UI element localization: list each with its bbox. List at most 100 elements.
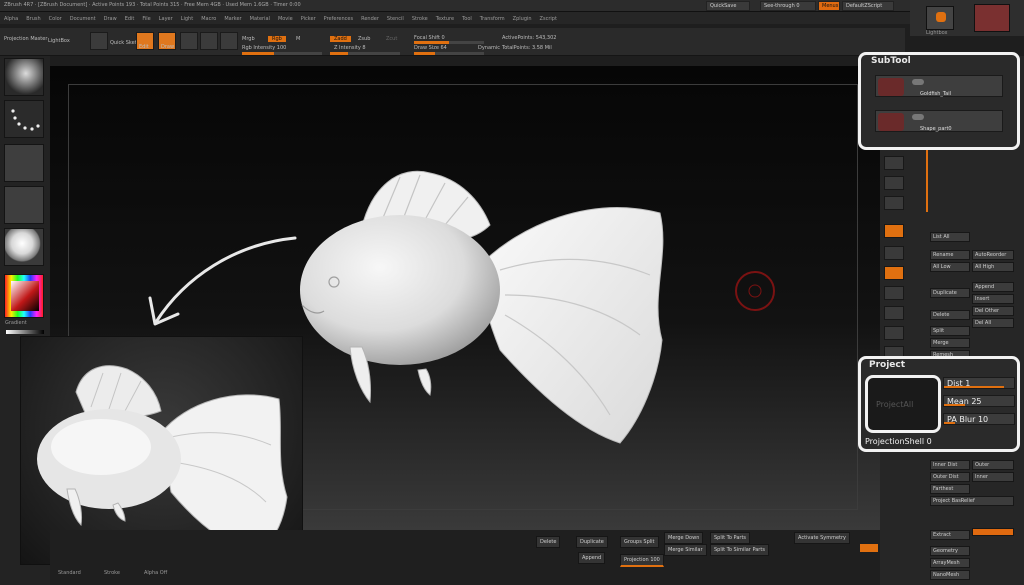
menu-item[interactable]: File xyxy=(142,16,150,22)
symmetry-toggle[interactable] xyxy=(860,544,878,552)
material-thumbnail[interactable] xyxy=(4,228,44,266)
subtool-action-button[interactable]: AutoReorder xyxy=(972,250,1014,260)
actual-icon[interactable] xyxy=(884,196,904,210)
draw-size-slider[interactable]: Draw Size 64 xyxy=(414,45,447,51)
alpha-thumbnail[interactable] xyxy=(4,144,44,182)
persp-icon[interactable] xyxy=(884,246,904,260)
z-intensity-track[interactable] xyxy=(330,52,400,55)
dist-slider[interactable]: Dist 1 xyxy=(943,377,1015,389)
texture-thumbnail[interactable] xyxy=(4,186,44,224)
projection-master-button[interactable]: Projection Master xyxy=(4,36,47,42)
eye-toggle-icon[interactable] xyxy=(912,79,924,85)
menu-item[interactable]: Render xyxy=(361,16,379,22)
subtool-item[interactable]: Goldfish_Tail xyxy=(875,75,1003,97)
subtool-action-button[interactable]: Delete xyxy=(930,310,970,320)
tool-menu-button[interactable]: Farthest xyxy=(930,484,970,494)
scale-button[interactable] xyxy=(200,32,218,50)
subtool-action-button[interactable]: Del All xyxy=(972,318,1014,328)
menu-item[interactable]: Draw xyxy=(104,16,117,22)
subtool-action-button[interactable]: Split xyxy=(930,326,970,336)
dynamic-button[interactable]: Dynamic xyxy=(478,45,500,51)
zoom-icon[interactable] xyxy=(884,176,904,190)
tool-menu-button[interactable]: ArrayMesh xyxy=(930,558,970,568)
tool-menu-button[interactable]: Outer xyxy=(972,460,1014,470)
lsym-icon[interactable] xyxy=(884,306,904,320)
subtool-action-button[interactable]: Del Other xyxy=(972,306,1014,316)
mrgb-button[interactable]: Mrgb xyxy=(242,36,255,42)
menu-item[interactable]: Stencil xyxy=(387,16,404,22)
zcut-button[interactable]: Zcut xyxy=(386,36,397,42)
subtool-action-button[interactable]: List All xyxy=(930,232,970,242)
local-icon[interactable] xyxy=(884,286,904,300)
tool-menu-button[interactable]: NanoMesh xyxy=(930,570,970,580)
subtool-action-button[interactable]: All High xyxy=(972,262,1014,272)
extract-accept-toggle[interactable] xyxy=(972,528,1014,536)
subtool-action-button[interactable]: Merge xyxy=(930,338,970,348)
aahalf-icon[interactable] xyxy=(884,224,904,238)
menu-item[interactable]: Zplugin xyxy=(513,16,532,22)
subtool-action-button[interactable]: Insert xyxy=(972,294,1014,304)
brush-thumbnail[interactable] xyxy=(4,58,44,96)
zadd-button[interactable]: Zadd xyxy=(330,36,351,42)
menu-item[interactable]: Light xyxy=(181,16,193,22)
rgb-intensity-track[interactable] xyxy=(242,52,322,55)
split-to-similar-parts-button[interactable]: Split To Similar Parts xyxy=(710,544,769,556)
menu-item[interactable]: Layer xyxy=(159,16,173,22)
duplicate-button[interactable]: Duplicate xyxy=(576,536,608,548)
activate-symmetry-button[interactable]: Activate Symmetry xyxy=(794,532,851,544)
menu-item[interactable]: Texture xyxy=(436,16,454,22)
lightbox-button[interactable]: LightBox xyxy=(48,38,70,44)
edit-button[interactable]: Edit xyxy=(136,32,154,50)
lightbox-thumb[interactable] xyxy=(926,6,954,30)
projection-shell-slider[interactable]: ProjectionShell 0 xyxy=(865,437,1015,449)
menu-item[interactable]: Zscript xyxy=(540,16,557,22)
draw-size-track[interactable] xyxy=(414,52,484,55)
zsub-button[interactable]: Zsub xyxy=(358,36,370,42)
menu-item[interactable]: Marker xyxy=(224,16,241,22)
subtool-action-button[interactable]: All Low xyxy=(930,262,970,272)
rgb-button[interactable]: Rgb xyxy=(268,36,286,42)
subtool-item[interactable]: Shape_part0 xyxy=(875,110,1003,132)
floor-icon[interactable] xyxy=(884,266,904,280)
menu-item[interactable]: Picker xyxy=(301,16,316,22)
menu-item[interactable]: Brush xyxy=(26,16,40,22)
pa-blur-slider[interactable]: PA Blur 10 xyxy=(943,413,1015,425)
append-button[interactable]: Append xyxy=(578,552,606,564)
focal-shift-track[interactable] xyxy=(414,41,484,44)
subtool-action-button[interactable]: Append xyxy=(972,282,1014,292)
scroll-icon[interactable] xyxy=(884,156,904,170)
lightbox-tab[interactable]: Lightbox xyxy=(926,30,948,36)
groups-split-button[interactable]: Groups Split xyxy=(620,536,659,548)
tool-menu-button[interactable]: Project BasRelief xyxy=(930,496,1014,506)
menu-item[interactable]: Transform xyxy=(480,16,505,22)
stroke-thumbnail[interactable] xyxy=(4,100,44,138)
menus-toggle[interactable]: Menus xyxy=(818,1,840,11)
default-zscript-button[interactable]: DefaultZScript xyxy=(842,1,894,11)
tool-menu-button[interactable]: Geometry xyxy=(930,546,970,556)
z-intensity-slider[interactable]: Z Intensity 8 xyxy=(334,45,366,51)
split-to-parts-button[interactable]: Split To Parts xyxy=(710,532,751,544)
menu-item[interactable]: Edit xyxy=(125,16,135,22)
menu-item[interactable]: Macro xyxy=(201,16,216,22)
rgb-intensity-slider[interactable]: Rgb Intensity 100 xyxy=(242,45,286,51)
gradient-swatch[interactable] xyxy=(6,330,44,334)
menu-item[interactable]: Color xyxy=(49,16,62,22)
tool-menu-button[interactable]: Extract xyxy=(930,530,970,540)
tool-thumb[interactable] xyxy=(974,4,1010,32)
subtool-action-button[interactable]: Duplicate xyxy=(930,288,970,298)
quick-sketch-button[interactable] xyxy=(90,32,108,50)
see-through-slider[interactable]: See-through 0 xyxy=(760,1,816,11)
delete-button[interactable]: Delete xyxy=(536,536,561,548)
tool-menu-button[interactable]: Inner Dist xyxy=(930,460,970,470)
gizmo-circle-icon[interactable] xyxy=(732,268,778,314)
projection-slider[interactable]: Projection 100 xyxy=(620,554,664,567)
menu-item[interactable]: Stroke xyxy=(412,16,428,22)
m-button[interactable]: M xyxy=(296,36,300,42)
rotate-button[interactable] xyxy=(220,32,238,50)
menu-item[interactable]: Document xyxy=(70,16,96,22)
mean-slider[interactable]: Mean 25 xyxy=(943,395,1015,407)
quicksave-button[interactable]: QuickSave xyxy=(706,1,750,11)
tool-menu-button[interactable]: Outer Dist xyxy=(930,472,970,482)
menu-item[interactable]: Alpha xyxy=(4,16,18,22)
menu-item[interactable]: Preferences xyxy=(324,16,353,22)
